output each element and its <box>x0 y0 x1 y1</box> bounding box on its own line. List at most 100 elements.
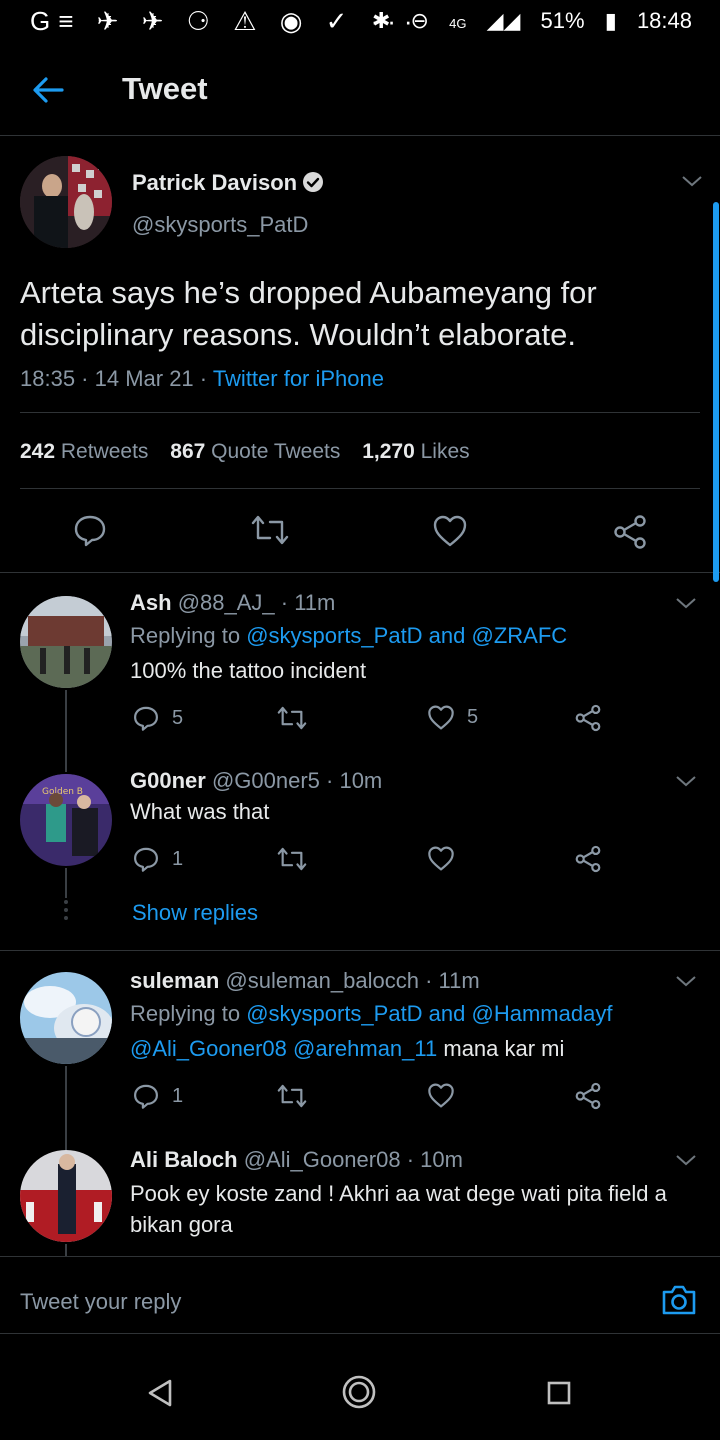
share-button[interactable] <box>574 704 602 732</box>
avatar-photo <box>20 1150 112 1242</box>
reply-author-name[interactable]: Ali Baloch <box>130 1147 238 1172</box>
author-name[interactable]: Patrick Davison <box>132 170 297 196</box>
reply-composer[interactable]: Tweet your reply <box>0 1256 720 1334</box>
reply-icon[interactable] <box>72 512 108 548</box>
dnd-icon: ⊖ <box>410 8 429 33</box>
battery-icon: ▮ <box>604 8 617 33</box>
network-label: 4G <box>449 16 467 31</box>
reply-avatar[interactable] <box>20 596 112 688</box>
reply-count: 5 <box>172 706 184 729</box>
retweet-icon <box>277 1084 307 1108</box>
thread-line <box>65 690 67 772</box>
thread-dots <box>63 900 69 920</box>
reply-button[interactable]: 1 <box>132 1082 183 1110</box>
avatar-photo <box>20 972 112 1064</box>
like-icon[interactable] <box>432 514 468 548</box>
battery-percent: 51% <box>540 8 585 33</box>
reply-body: mana kar mi <box>437 1036 565 1061</box>
share-button[interactable] <box>574 845 602 873</box>
reply-button[interactable]: 5 <box>132 704 183 732</box>
reply-avatar[interactable] <box>20 972 112 1064</box>
reply-button[interactable]: 1 <box>132 845 183 873</box>
avatar-photo <box>20 156 112 248</box>
like-button[interactable] <box>427 845 455 872</box>
tweet-text: Arteta says he’s dropped Aubameyang for … <box>20 275 597 352</box>
reply-input[interactable]: Tweet your reply <box>20 1289 181 1315</box>
reply-icon <box>134 847 158 872</box>
verified-badge-icon <box>303 172 323 192</box>
like-icon <box>428 846 454 871</box>
clock: 18:48 <box>636 8 692 33</box>
retweet-icon <box>277 706 307 730</box>
likes-stat[interactable]: 1,270 Likes <box>362 440 469 463</box>
reply-avatar[interactable]: Golden B <box>20 774 112 866</box>
reply-time: · 10m <box>319 768 383 793</box>
author-avatar[interactable] <box>20 156 112 248</box>
reply-author-handle[interactable]: @suleman_balocch <box>225 968 419 993</box>
reply-time: · 11m <box>274 590 336 615</box>
home-nav-icon[interactable] <box>341 1374 377 1410</box>
share-icon[interactable] <box>612 514 648 550</box>
replying-to: Replying to @skysports_PatD and @ZRAFC <box>130 623 568 648</box>
mention-link[interactable]: @arehman_11 <box>293 1036 437 1061</box>
reply-text: Pook ey koste zand ! Akhri aa wat dege w… <box>130 1178 667 1240</box>
camera-icon[interactable] <box>660 1283 698 1317</box>
thread-line <box>65 1244 67 1256</box>
reply-avatar[interactable] <box>20 1150 112 1242</box>
retweets-stat[interactable]: 242 Retweets <box>20 440 148 463</box>
reply-count: 1 <box>172 1084 184 1107</box>
retweet-icon[interactable] <box>250 512 290 548</box>
chevron-down-icon[interactable] <box>674 774 698 788</box>
status-right: ✱ ⊖ 4G ◢◢ 51% ▮ 18:48 <box>358 8 692 34</box>
tweet-timestamp: 18:35 · 14 Mar 21 · <box>20 366 213 391</box>
reply-header: Ali Baloch @Ali_Gooner08 · 10m <box>130 1147 463 1173</box>
tweet-meta: 18:35 · 14 Mar 21 · Twitter for iPhone <box>20 366 384 392</box>
recents-nav-icon[interactable] <box>546 1380 572 1406</box>
tweet-source-link[interactable]: Twitter for iPhone <box>213 366 384 391</box>
chevron-down-icon[interactable] <box>674 1153 698 1167</box>
chevron-down-icon[interactable] <box>674 596 698 610</box>
like-button[interactable] <box>427 1082 455 1109</box>
retweet-button[interactable] <box>276 1082 308 1110</box>
author-handle[interactable]: @skysports_PatD <box>132 212 308 238</box>
reply-text: What was that <box>130 799 270 824</box>
share-icon <box>575 845 601 873</box>
retweet-button[interactable] <box>276 845 308 873</box>
replying-to-links[interactable]: @skysports_PatD and @ZRAFC <box>246 623 567 648</box>
status-bar: G≡ ✈ ✈ ⚆ ⚠ ◉ ✓ ··· ✱ ⊖ 4G ◢◢ 51% ▮ 18:48 <box>0 0 720 44</box>
reply-author-handle[interactable]: @G00ner5 <box>212 768 320 793</box>
reply-text: 100% the tattoo incident <box>130 658 367 683</box>
like-count: 5 <box>467 706 479 728</box>
scrollbar[interactable] <box>713 202 719 582</box>
like-button[interactable]: 5 <box>427 704 478 731</box>
reply-author-name[interactable]: suleman <box>130 968 219 993</box>
reply-author-name[interactable]: Ash <box>130 590 172 615</box>
divider <box>20 488 700 489</box>
replying-to: Replying to @skysports_PatD and @Hammada… <box>130 1001 613 1026</box>
reply-author-handle[interactable]: @88_AJ_ <box>178 590 275 615</box>
thread-line <box>65 1066 67 1150</box>
show-replies-link[interactable]: Show replies <box>132 900 258 926</box>
reply-time: · 10m <box>400 1147 463 1172</box>
reply-text: @Ali_Gooner08 @arehman_11 mana kar mi <box>130 1036 564 1062</box>
chevron-down-icon[interactable] <box>674 974 698 988</box>
reply-text-line: Pook ey koste zand ! Akhri aa wat dege w… <box>130 1181 667 1206</box>
divider <box>20 412 700 413</box>
page-title: Tweet <box>122 71 208 106</box>
quote-tweets-stat[interactable]: 867 Quote Tweets <box>170 440 340 463</box>
mention-link[interactable]: @Ali_Gooner08 <box>130 1036 287 1061</box>
reply-header: G00ner @G00ner5 · 10m <box>130 768 382 794</box>
back-nav-icon[interactable] <box>146 1378 174 1408</box>
tweet-stats: 242 Retweets 867 Quote Tweets 1,270 Like… <box>20 440 470 464</box>
replying-to-links[interactable]: @skysports_PatD and @Hammadayf <box>246 1001 612 1026</box>
reply-header: suleman @suleman_balocch · 11m <box>130 968 480 994</box>
avatar-photo: Golden B <box>20 774 112 866</box>
back-arrow-icon[interactable] <box>26 68 70 112</box>
share-icon <box>575 704 601 732</box>
reply-author-name[interactable]: G00ner <box>130 768 206 793</box>
retweet-button[interactable] <box>276 704 308 732</box>
share-button[interactable] <box>574 1082 602 1110</box>
reply-header: Ash @88_AJ_ · 11m <box>130 590 335 616</box>
reply-author-handle[interactable]: @Ali_Gooner08 <box>244 1147 401 1172</box>
chevron-down-icon[interactable] <box>680 174 704 188</box>
